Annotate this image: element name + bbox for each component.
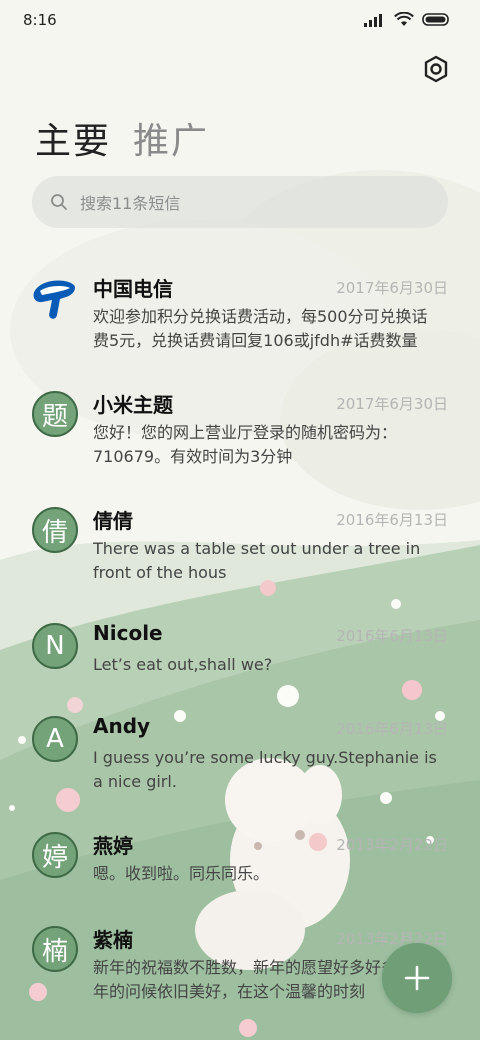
sender-name: 小米主题 [93, 393, 173, 417]
status-bar: 8:16 [0, 0, 480, 44]
message-item[interactable]: 婷 燕婷 2013年2月22日 嗯。收到啦。同乐同乐。 [0, 832, 480, 932]
message-item[interactable]: N Nicole 2016年6月13日 Let’s eat out,shall … [0, 621, 480, 723]
sender-name: 倩倩 [93, 509, 133, 533]
message-date: 2016年6月13日 [336, 627, 448, 645]
tab-promotions[interactable]: 推广 [133, 112, 209, 164]
sender-name: 紫楠 [93, 928, 133, 952]
message-item[interactable]: 中国电信 2017年6月30日 欢迎参加积分兑换话费活动，每500分可兑换话费5… [0, 275, 480, 375]
search-bar[interactable]: 搜索11条短信 [32, 176, 448, 228]
sender-name: 中国电信 [93, 277, 173, 301]
sender-name: Nicole [93, 621, 163, 645]
avatar: 楠 [32, 926, 78, 972]
avatar: A [32, 716, 78, 762]
app-screen: 8:16 主要 推广 搜索11条短信 中国电信 2017年6月30日 欢迎参加积… [0, 0, 480, 1040]
search-placeholder: 搜索11条短信 [80, 194, 181, 213]
tab-bar: 主要 推广 [35, 112, 209, 164]
message-date: 2013年2月22日 [336, 836, 448, 854]
message-item[interactable]: A Andy 2016年6月13日 I guess you’re some lu… [0, 714, 480, 816]
message-item[interactable]: 倩 倩倩 2016年6月13日 There was a table set ou… [0, 507, 480, 607]
china-telecom-logo-icon [33, 280, 76, 319]
message-date: 2016年6月13日 [336, 511, 448, 529]
settings-button[interactable] [420, 52, 452, 86]
search-icon [50, 193, 68, 211]
sender-name: Andy [93, 714, 151, 738]
message-preview: 您好！您的网上营业厅登录的随机密码为：710679。有效时间为3分钟 [93, 423, 398, 466]
message-preview: 嗯。收到啦。同乐同乐。 [93, 864, 270, 883]
message-preview: Let’s eat out,shall we? [93, 655, 273, 674]
tab-primary[interactable]: 主要 [35, 112, 111, 164]
message-preview: I guess you’re some lucky guy.Stephanie … [93, 748, 437, 791]
hexagon-gear-icon [424, 55, 448, 83]
status-time: 8:16 [23, 11, 57, 29]
avatar: 婷 [32, 832, 78, 878]
message-preview: There was a table set out under a tree i… [93, 539, 421, 582]
new-message-button[interactable] [382, 943, 452, 1013]
avatar: N [32, 623, 78, 669]
signal-icon [364, 13, 382, 27]
avatar: 倩 [32, 507, 78, 553]
plus-icon [404, 965, 430, 991]
message-item[interactable]: 题 小米主题 2017年6月30日 您好！您的网上营业厅登录的随机密码为：710… [0, 391, 480, 491]
wifi-icon [394, 12, 414, 26]
sender-name: 燕婷 [93, 834, 133, 858]
avatar: 题 [32, 391, 78, 437]
message-date: 2016年6月13日 [336, 720, 448, 738]
message-preview: 欢迎参加积分兑换话费活动，每500分可兑换话费5元，兑换话费请回复106或jfd… [93, 307, 428, 350]
message-date: 2017年6月30日 [336, 395, 448, 413]
battery-icon [422, 13, 449, 26]
message-date: 2017年6月30日 [336, 279, 448, 297]
status-icons [364, 12, 450, 27]
